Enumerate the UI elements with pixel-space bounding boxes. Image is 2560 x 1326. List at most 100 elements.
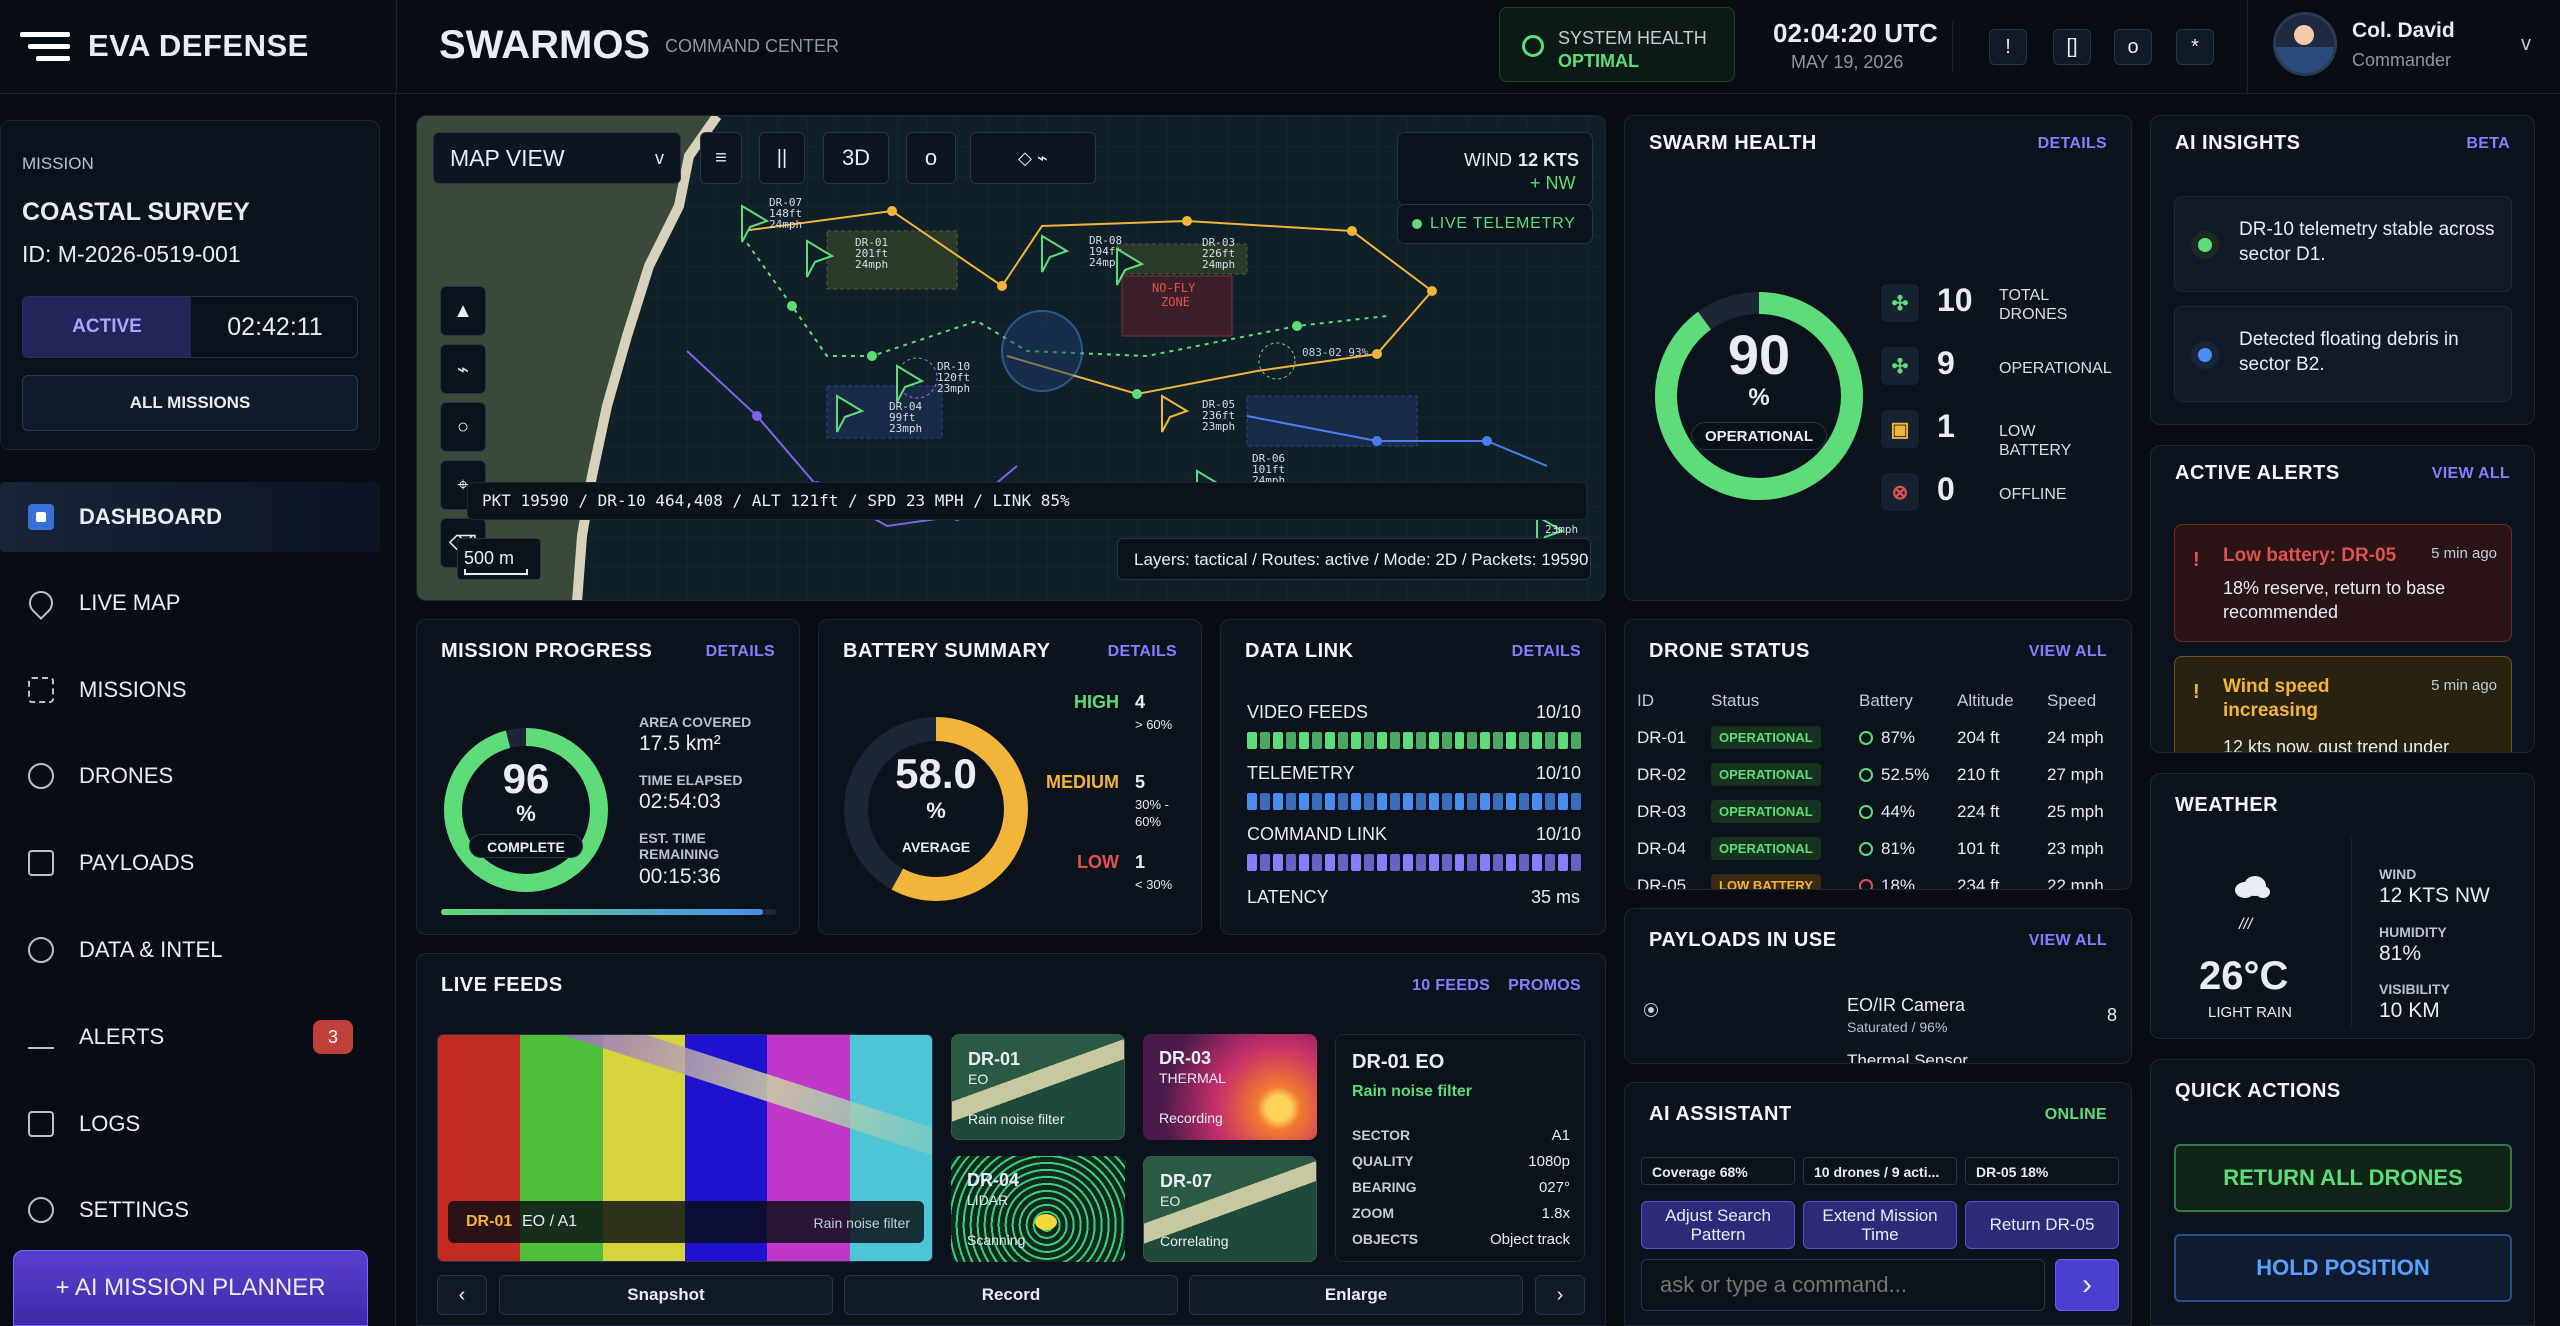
extend-mission-time-button[interactable]: Extend Mission Time [1803, 1201, 1957, 1249]
status-cell: OPERATIONAL [1711, 756, 1859, 793]
progress-details-link[interactable]: DETAILS [706, 643, 775, 661]
all-missions-button[interactable]: ALL MISSIONS [22, 375, 358, 431]
table-row[interactable]: DR-05 LOW BATTERY 18% 234 ft 22 mph [1637, 867, 2127, 890]
command-input[interactable] [1641, 1259, 2045, 1311]
sidebar-item-label: LOGS [79, 1111, 141, 1136]
payload-name: Thermal Sensor [1847, 1051, 1968, 1064]
ai-assistant-panel: AI ASSISTANT ONLINE Coverage 68% 10 drone… [1624, 1082, 2132, 1326]
swarm-percent: 90 [1727, 323, 1791, 386]
waypoint [752, 411, 762, 421]
chevron-down-icon: v [655, 147, 664, 168]
table-row[interactable]: DR-04 OPERATIONAL 81% 101 ft 23 mph [1637, 830, 2127, 867]
alert-icon-button[interactable]: ! [1989, 29, 2027, 65]
payloads-view-all-link[interactable]: VIEW ALL [2029, 932, 2107, 950]
datalink-details-link[interactable]: DETAILS [1512, 643, 1581, 661]
alerts-view-all-link[interactable]: VIEW ALL [2432, 465, 2510, 483]
live-telemetry-badge[interactable]: LIVE TELEMETRY [1397, 204, 1593, 244]
feeds-promos-link[interactable]: PROMOS [1508, 977, 1581, 994]
column-header[interactable]: Status [1711, 682, 1859, 719]
sidebar-item-alerts[interactable]: ALERTS 3 [0, 1002, 380, 1072]
visibility-label: VISIBILITY [2379, 981, 2450, 997]
assistant-chip[interactable]: Coverage 68% [1641, 1157, 1795, 1185]
mission-status[interactable]: ACTIVE [23, 297, 191, 357]
table-row[interactable]: DR-02 OPERATIONAL 52.5% 210 ft 27 mph [1637, 756, 2127, 793]
mission-status-box: ACTIVE 02:42:11 [22, 296, 358, 358]
hamburger-menu-icon[interactable] [20, 30, 70, 62]
drone-id: DR-05 [1637, 875, 1687, 890]
column-header[interactable]: Speed [2047, 682, 2127, 719]
table-row[interactable]: DR-01 OPERATIONAL 87% 204 ft 24 mph [1637, 719, 2127, 756]
logs-icon [26, 1109, 56, 1139]
feed-prev-button[interactable]: ‹ [437, 1275, 487, 1315]
sidebar-item-data-intel[interactable]: DATA & INTEL [0, 915, 380, 985]
alert-card[interactable]: ! Low battery: DR-05 5 min ago 18% reser… [2174, 524, 2512, 642]
send-button[interactable]: › [2055, 1259, 2119, 1311]
map-pause-button[interactable]: || [759, 132, 805, 184]
swarm-details-link[interactable]: DETAILS [2038, 135, 2107, 153]
map-measure-button[interactable]: ◇ ⌁ [970, 132, 1096, 184]
user-menu-chevron-icon[interactable]: v [2521, 33, 2531, 56]
sidebar-item-logs[interactable]: LOGS [0, 1089, 380, 1159]
feed-thumbnail[interactable]: DR-07 EO Correlating [1143, 1156, 1317, 1262]
progress-fill [441, 909, 763, 915]
map-3d-button[interactable]: 3D [823, 132, 889, 184]
snapshot-button[interactable]: Snapshot [499, 1275, 833, 1315]
weather-divider [2351, 838, 2352, 1026]
insight-item[interactable]: Detected floating debris in sector B2. [2174, 306, 2512, 402]
panel-title: MISSION PROGRESS [441, 640, 653, 662]
battery-details-link[interactable]: DETAILS [1108, 643, 1177, 661]
sidebar-item-dashboard[interactable]: DASHBOARD [0, 482, 380, 552]
assistant-chip[interactable]: DR-05 18% [1965, 1157, 2119, 1185]
column-header[interactable]: Battery [1859, 682, 1957, 719]
star-icon-button[interactable]: * [2176, 29, 2214, 65]
layout-icon-button[interactable]: [] [2053, 29, 2091, 65]
alert-card[interactable]: ! Wind speed increasing 5 min ago 12 kts… [2174, 656, 2512, 752]
sidebar-item-settings[interactable]: SETTINGS [0, 1175, 380, 1245]
feed-thumbnail[interactable]: DR-04 LIDAR Scanning [951, 1156, 1125, 1262]
feed-thumbnail[interactable]: DR-03 THERMAL Recording [1143, 1034, 1317, 1140]
thumb-id: DR-01 [968, 1049, 1021, 1069]
record-button[interactable]: Record [844, 1275, 1178, 1315]
settings-icon-button[interactable]: o [2114, 29, 2152, 65]
battery-summary-panel: BATTERY SUMMARY DETAILS 58.0 % AVERAGE HI… [818, 619, 1202, 935]
route-tool-icon[interactable]: ⌁ [440, 344, 486, 394]
assistant-chip[interactable]: 10 drones / 9 acti... [1803, 1157, 1957, 1185]
no-fly-label: ZONE [1161, 295, 1190, 309]
column-header[interactable]: Altitude [1957, 682, 2047, 719]
main-feed-video[interactable]: DR-01 EO / A1 Rain noise filter [437, 1034, 933, 1262]
panel-title: ACTIVE ALERTS [2175, 462, 2340, 484]
area-value: 17.5 km² [639, 732, 721, 755]
polygon-tool-icon[interactable]: ○ [440, 402, 486, 452]
north-arrow-icon[interactable]: ▲ [440, 286, 486, 336]
hold-position-button[interactable]: HOLD POSITION [2174, 1234, 2512, 1302]
map-locate-button[interactable]: o [906, 132, 956, 184]
return-all-drones-button[interactable]: RETURN ALL DRONES [2174, 1144, 2512, 1212]
map-layers-button[interactable]: ≡ [700, 132, 742, 184]
sidebar-item-drones[interactable]: DRONES [0, 741, 380, 811]
sidebar-item-payloads[interactable]: PAYLOADS [0, 828, 380, 898]
feed-next-button[interactable]: › [1535, 1275, 1585, 1315]
drone-status-view-all-link[interactable]: VIEW ALL [2029, 643, 2107, 661]
table-row[interactable]: DR-03 OPERATIONAL 44% 224 ft 25 mph [1637, 793, 2127, 830]
sidebar-item-missions[interactable]: MISSIONS [0, 655, 380, 725]
wind-label: WIND [2379, 866, 2417, 882]
feeds-count-link[interactable]: 10 FEEDS [1412, 977, 1490, 994]
adjust-search-pattern-button[interactable]: Adjust Search Pattern [1641, 1201, 1795, 1249]
detail-key: QUALITY [1352, 1153, 1414, 1169]
header-divider-2 [1952, 22, 1953, 72]
feed-thumbnail[interactable]: DR-01 EO Rain noise filter [951, 1034, 1125, 1140]
swarm-stat: ⊗ 0 OFFLINE [1881, 465, 2121, 515]
payload-row[interactable]: EO/IR Camera Saturated / 96% 8 [1641, 989, 2117, 1043]
map-view-select[interactable]: MAP VIEW v [433, 132, 681, 184]
app-title: SWARMOS [439, 23, 651, 67]
column-header[interactable]: ID [1637, 682, 1711, 719]
payload-count: 8 [2106, 1005, 2117, 1025]
map-panel[interactable]: NO-FLY ZONE DR-07 148ft 24mph DR-01 201ft 24… [416, 115, 1606, 601]
avatar[interactable] [2273, 12, 2337, 76]
payload-row[interactable]: Thermal Sensor [1847, 1051, 1968, 1064]
insight-item[interactable]: DR-10 telemetry stable across sector D1. [2174, 196, 2512, 292]
return-dr05-button[interactable]: Return DR-05 [1965, 1201, 2119, 1249]
sidebar-item-live-map[interactable]: LIVE MAP [0, 568, 380, 638]
ai-mission-planner-button[interactable]: + AI MISSION PLANNER [13, 1250, 368, 1326]
enlarge-button[interactable]: Enlarge [1189, 1275, 1523, 1315]
